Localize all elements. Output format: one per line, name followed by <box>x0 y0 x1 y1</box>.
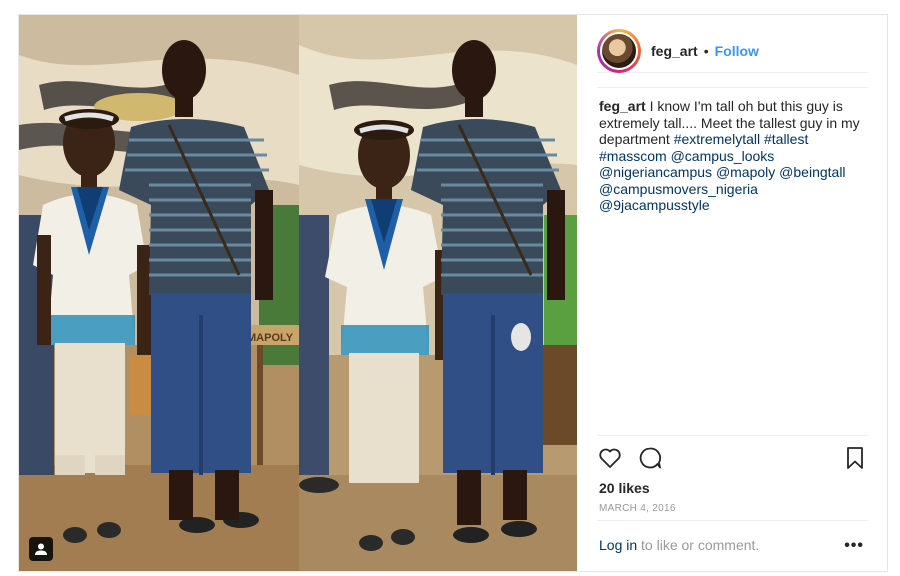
hashtag-link[interactable]: #masscom <box>599 148 667 164</box>
mention-link[interactable]: @campusmovers_nigeria <box>599 181 758 197</box>
caption-username[interactable]: feg_art <box>599 98 646 114</box>
comment-icon <box>639 447 662 469</box>
mention-link[interactable]: @campus_looks <box>671 148 775 164</box>
mention-link[interactable]: @mapoly <box>716 164 775 180</box>
post-caption: feg_art I know I'm tall oh but this guy … <box>599 98 871 214</box>
footer-divider <box>597 520 868 521</box>
more-options-icon[interactable]: ••• <box>844 537 864 555</box>
hashtag-link[interactable]: #tallest <box>764 131 808 147</box>
username-link[interactable]: feg_art <box>651 43 698 59</box>
comment-button[interactable] <box>637 445 663 476</box>
desk-label: MAPOLY <box>247 332 294 344</box>
separator-dot: • <box>703 42 709 59</box>
post-photo[interactable]: MAPOLY <box>19 15 577 571</box>
post-date: March 4, 2016 <box>599 503 676 514</box>
post-header: feg_art • Follow <box>597 28 868 73</box>
person-icon <box>35 543 47 555</box>
tagged-users-button[interactable] <box>29 537 53 561</box>
mention-link[interactable]: @9jacampusstyle <box>599 197 710 213</box>
photo-pane-left: MAPOLY <box>19 15 299 571</box>
avatar-image <box>600 31 638 70</box>
post-card: MAPOLY feg_art • Follow feg_art I know I… <box>18 14 888 572</box>
like-button[interactable] <box>597 445 623 476</box>
mention-link[interactable]: @beingtall <box>779 164 845 180</box>
login-prompt-text: to like or comment. <box>641 537 760 553</box>
follow-button[interactable]: Follow <box>715 43 759 59</box>
likes-count[interactable]: 20 likes <box>599 480 650 496</box>
save-button[interactable] <box>842 445 868 476</box>
post-side-panel: feg_art • Follow feg_art I know I'm tall… <box>577 15 888 571</box>
login-link[interactable]: Log in <box>599 537 637 553</box>
bookmark-icon <box>847 447 863 469</box>
mention-link[interactable]: @nigeriancampus <box>599 164 712 180</box>
post-actions <box>597 445 868 473</box>
heart-icon <box>599 448 621 468</box>
login-prompt: Log in to like or comment. ••• <box>599 537 868 555</box>
photo-pane-right <box>299 15 577 571</box>
header-divider <box>597 87 868 88</box>
avatar[interactable] <box>597 28 641 73</box>
actions-divider <box>597 435 868 436</box>
hashtag-link[interactable]: #extremelytall <box>674 131 760 147</box>
